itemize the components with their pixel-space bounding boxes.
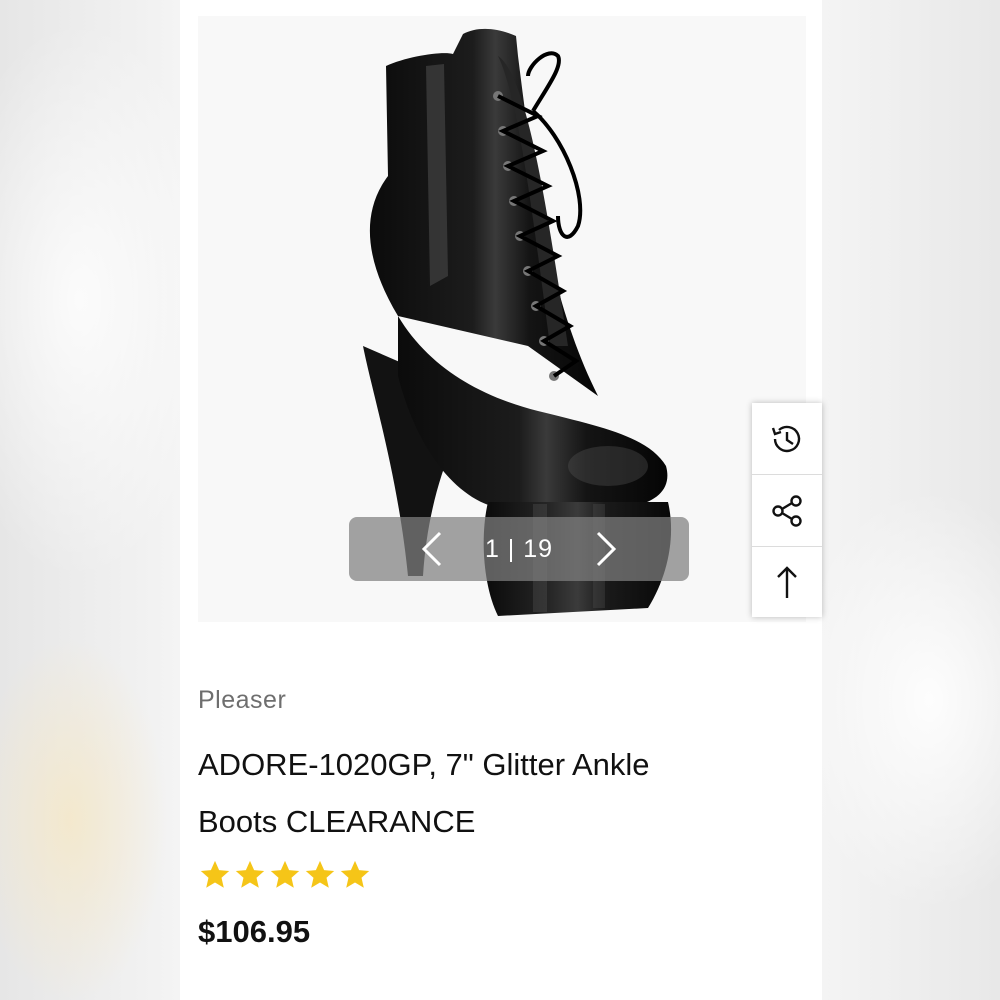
star-icon	[270, 860, 300, 888]
product-image-gallery[interactable]: 1 | 19	[198, 16, 806, 622]
star-icon	[200, 860, 230, 888]
product-title: ADORE-1020GP, 7" Glitter Ankle Boots CLE…	[198, 736, 778, 850]
image-counter-current: 1	[484, 534, 500, 563]
share-button[interactable]	[752, 475, 822, 547]
arrow-up-icon	[777, 565, 797, 598]
gallery-pager: 1 | 19	[349, 517, 689, 581]
floating-toolbar	[752, 403, 822, 617]
chevron-right-icon[interactable]	[587, 529, 627, 569]
star-icon	[235, 860, 265, 888]
image-counter-total: 19	[523, 534, 554, 563]
share-icon	[772, 494, 802, 527]
brand-name[interactable]: Pleaser	[198, 686, 286, 715]
history-icon	[771, 425, 801, 452]
star-rating[interactable]	[198, 858, 372, 892]
product-price: $106.95	[198, 914, 311, 949]
image-counter: 1 | 19	[485, 535, 553, 564]
scroll-to-top-button[interactable]	[752, 547, 822, 618]
image-counter-separator: |	[507, 534, 516, 563]
chevron-left-icon[interactable]	[411, 529, 451, 569]
star-icon	[340, 860, 370, 888]
product-title-line-1: ADORE-1020GP, 7" Glitter Ankle	[198, 747, 650, 782]
history-button[interactable]	[752, 403, 822, 475]
star-icon	[305, 860, 335, 888]
product-title-line-2: Boots CLEARANCE	[198, 804, 476, 839]
